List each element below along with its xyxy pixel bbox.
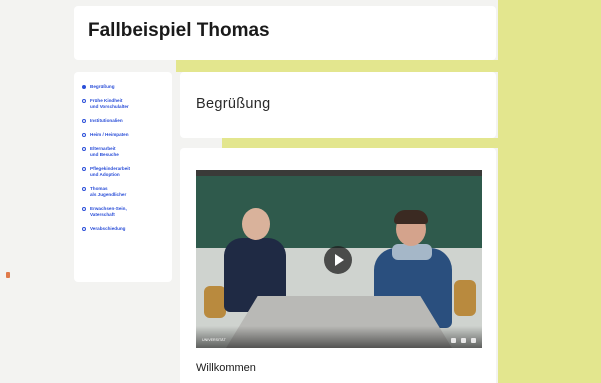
video-controls-shade	[196, 326, 482, 348]
radio-dot-icon	[82, 227, 86, 231]
sidebar-item-begruessung[interactable]: Begrüßung	[82, 84, 172, 90]
video-title: Willkommen	[196, 362, 256, 374]
sidebar-item-heim[interactable]: Heim / Heimpaten	[82, 132, 172, 138]
video-person-left-head	[242, 208, 270, 240]
settings-icon[interactable]	[451, 338, 456, 343]
title-card: Fallbeispiel Thomas	[74, 6, 496, 60]
sidebar-item-label: Erwachsen-Sein, Vaterschaft	[90, 206, 127, 217]
radio-dot-icon	[82, 187, 86, 191]
sidebar-item-label: Institutionalien	[90, 118, 123, 123]
video-player[interactable]: UNIVERSITÄT	[196, 170, 482, 348]
sidebar-item-label: Begrüßung	[90, 84, 115, 89]
decorative-band-top	[176, 60, 498, 72]
sidebar-item-thomas-jugendlicher[interactable]: Thomas als Jugendlicher	[82, 186, 172, 198]
volume-icon[interactable]	[461, 338, 466, 343]
fullscreen-icon[interactable]	[471, 338, 476, 343]
radio-dot-icon	[82, 207, 86, 211]
decorative-band-middle	[222, 138, 498, 148]
radio-dot-icon	[82, 133, 86, 137]
radio-dot-icon	[82, 99, 86, 103]
video-controls	[451, 338, 476, 343]
chapter-navigation: Begrüßung Frühe Kindheit und Vorschulalt…	[74, 72, 172, 282]
sidebar-item-verabschiedung[interactable]: Verabschiedung	[82, 226, 172, 232]
radio-dot-icon	[82, 85, 86, 89]
sidebar-item-label: Thomas als Jugendlicher	[90, 186, 127, 197]
sidebar-item-label: Verabschiedung	[90, 226, 126, 231]
video-logo: UNIVERSITÄT	[202, 338, 226, 342]
video-person-right-hair	[394, 210, 428, 224]
video-chair-right	[454, 280, 476, 316]
radio-dot-icon	[82, 119, 86, 123]
radio-dot-icon	[82, 147, 86, 151]
sidebar-item-institutionalien[interactable]: Institutionalien	[82, 118, 172, 124]
content-card: UNIVERSITÄT Willkommen	[180, 148, 496, 383]
page-title: Fallbeispiel Thomas	[88, 20, 270, 41]
sidebar-item-label: Frühe Kindheit und Vorschulalter	[90, 98, 129, 109]
decorative-stripe-right	[498, 0, 601, 383]
sidebar-item-label: Elternarbeit und Besuche	[90, 146, 119, 157]
left-edge-marker	[6, 272, 10, 278]
radio-dot-icon	[82, 167, 86, 171]
play-icon[interactable]	[324, 246, 352, 274]
section-header-card: Begrüßung	[180, 72, 496, 138]
sidebar-item-label: Pflegekinderarbeit und Adoption	[90, 166, 131, 177]
sidebar-item-fruehe-kindheit[interactable]: Frühe Kindheit und Vorschulalter	[82, 98, 172, 110]
section-title: Begrüßung	[196, 96, 271, 112]
video-chair-left	[204, 286, 226, 318]
video-person-right-scarf	[392, 244, 432, 260]
sidebar-item-elternarbeit[interactable]: Elternarbeit und Besuche	[82, 146, 172, 158]
sidebar-item-erwachsen-sein[interactable]: Erwachsen-Sein, Vaterschaft	[82, 206, 172, 218]
sidebar-item-label: Heim / Heimpaten	[90, 132, 129, 137]
sidebar-item-pflegekinderarbeit[interactable]: Pflegekinderarbeit und Adoption	[82, 166, 172, 178]
